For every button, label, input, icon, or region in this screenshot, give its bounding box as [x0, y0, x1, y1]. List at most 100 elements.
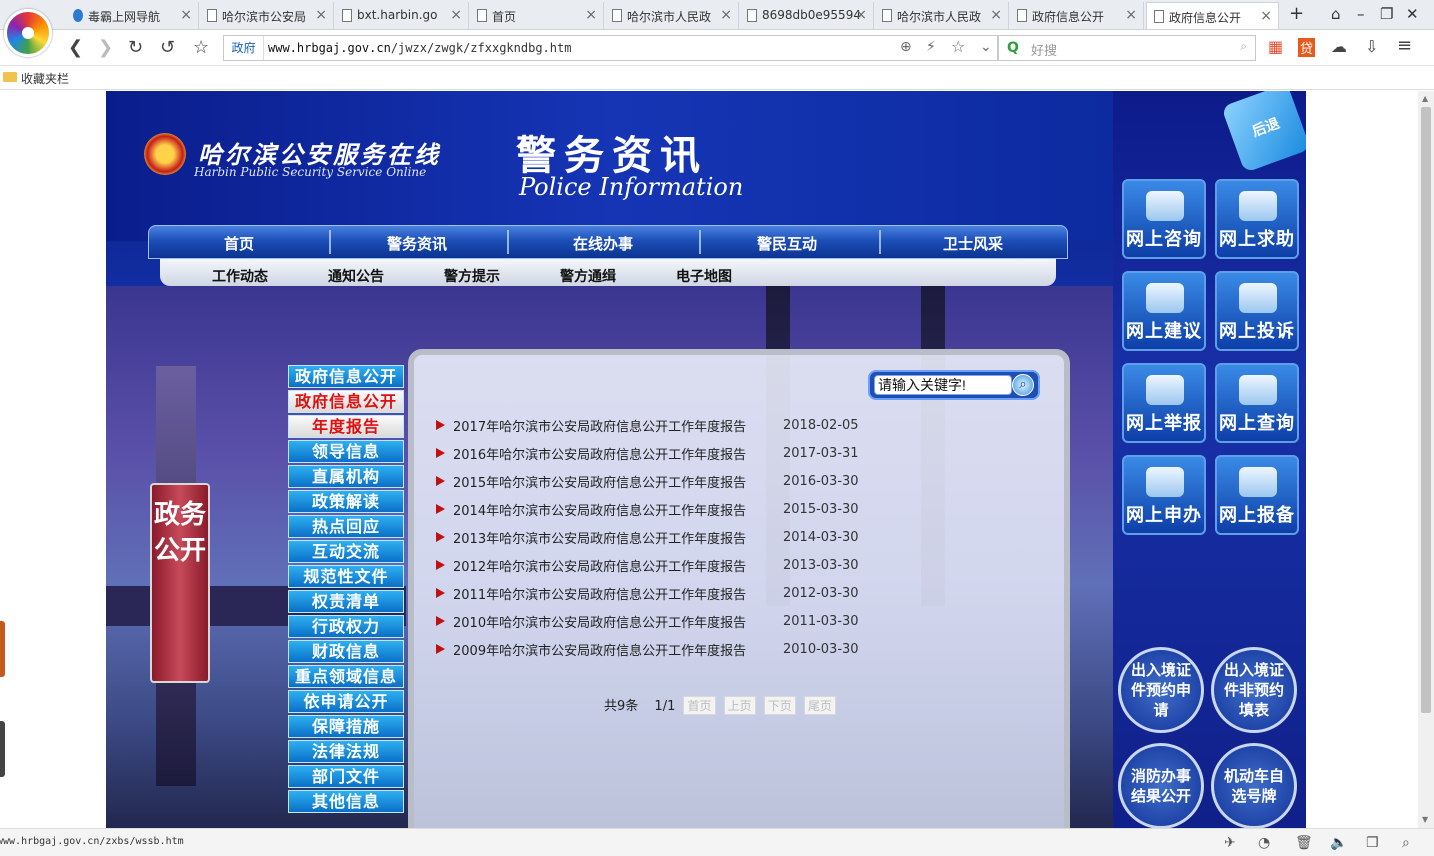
sound-icon[interactable]: 🔈	[1330, 835, 1347, 851]
trash-icon[interactable]: 🗑	[1295, 835, 1313, 851]
last-page-button[interactable]: 尾页	[803, 696, 836, 715]
browser-tab[interactable]: 哈尔滨市人民政 ×	[875, 2, 1009, 29]
keyword-input[interactable]	[874, 375, 1012, 395]
service-online-consult[interactable]: 网上咨询	[1122, 179, 1206, 259]
close-icon[interactable]: ×	[1125, 7, 1137, 23]
exit-entry-form-button[interactable]: 出入境证件非预约填表	[1211, 647, 1297, 733]
close-icon[interactable]: ×	[450, 7, 462, 23]
dropdown-chevron-icon[interactable]: ⌄	[980, 39, 992, 55]
menu-item-safeguards[interactable]: 保障措施	[288, 715, 404, 738]
service-online-query[interactable]: 网上查询	[1215, 363, 1299, 443]
report-title[interactable]: 2011年哈尔滨市公安局政府信息公开工作年度报告	[453, 584, 783, 603]
service-online-complaint[interactable]: 网上投诉	[1215, 271, 1299, 351]
list-item[interactable]: 2013年哈尔滨市公安局政府信息公开工作年度报告 2014-03-30	[436, 523, 876, 551]
menu-item-annual-report[interactable]: 年度报告	[288, 415, 404, 438]
report-title[interactable]: 2014年哈尔滨市公安局政府信息公开工作年度报告	[453, 500, 783, 519]
nav-interaction[interactable]: 警民互动	[741, 233, 833, 254]
list-item[interactable]: 2016年哈尔滨市公安局政府信息公开工作年度报告 2017-03-31	[436, 439, 876, 467]
browser-tab[interactable]: 8698db0e95594 ×	[740, 2, 874, 29]
close-window-icon[interactable]: ✕	[1406, 5, 1419, 23]
list-item[interactable]: 2012年哈尔滨市公安局政府信息公开工作年度报告 2013-03-30	[436, 551, 876, 579]
browser-tab[interactable]: 毒霸上网导航 ×	[66, 2, 199, 29]
menu-item-key-areas[interactable]: 重点领域信息	[288, 665, 404, 688]
bookmarks-folder[interactable]: 收藏夹栏	[21, 70, 69, 87]
close-icon[interactable]: ×	[180, 7, 192, 23]
menu-item-leaders[interactable]: 领导信息	[288, 440, 404, 463]
zoom-icon[interactable]: ⊕	[900, 39, 912, 55]
window-icon[interactable]: ❐	[1366, 835, 1379, 851]
cloud-icon[interactable]: ☁	[1331, 37, 1347, 56]
list-item[interactable]: 2015年哈尔滨市公安局政府信息公开工作年度报告 2016-03-30	[436, 467, 876, 495]
close-icon[interactable]: ×	[315, 7, 327, 23]
pin-icon[interactable]: ✈	[1224, 835, 1236, 851]
prev-page-button[interactable]: 上页	[723, 696, 756, 715]
subnav-work-news[interactable]: 工作动态	[212, 266, 268, 286]
report-title[interactable]: 2016年哈尔滨市公安局政府信息公开工作年度报告	[453, 444, 783, 463]
menu-item-hot-responses[interactable]: 热点回应	[288, 515, 404, 538]
report-title[interactable]: 2012年哈尔滨市公安局政府信息公开工作年度报告	[453, 556, 783, 575]
back-button[interactable]: 后退	[1221, 91, 1306, 173]
nav-guardians[interactable]: 卫士风采	[927, 233, 1019, 254]
browser-tab[interactable]: 政府信息公开 ×	[1010, 2, 1144, 29]
search-engine-icon[interactable]: Q	[1007, 40, 1019, 56]
service-online-suggest[interactable]: 网上建议	[1122, 271, 1206, 351]
menu-icon[interactable]: ≡	[1397, 35, 1412, 56]
report-title[interactable]: 2010年哈尔滨市公安局政府信息公开工作年度报告	[453, 612, 783, 631]
undo-close-icon[interactable]: ↺	[160, 37, 175, 58]
maximize-icon[interactable]: ❐	[1380, 5, 1393, 23]
browser-tab[interactable]: bxt.harbin.go ×	[335, 2, 469, 29]
close-icon[interactable]: ×	[1260, 8, 1272, 24]
browser-tab[interactable]: 哈尔滨市人民政 ×	[605, 2, 739, 29]
service-online-report[interactable]: 网上举报	[1122, 363, 1206, 443]
browser-tab[interactable]: 首页 ×	[470, 2, 604, 29]
browser-tab-active[interactable]: 政府信息公开 ×	[1146, 2, 1279, 29]
refresh-icon[interactable]: ↻	[128, 37, 143, 58]
report-title[interactable]: 2015年哈尔滨市公安局政府信息公开工作年度报告	[453, 472, 783, 491]
report-title[interactable]: 2009年哈尔滨市公安局政府信息公开工作年度报告	[453, 640, 783, 659]
new-tab-icon[interactable]: +	[1289, 3, 1304, 24]
close-icon[interactable]: ×	[585, 7, 597, 23]
list-item[interactable]: 2011年哈尔滨市公安局政府信息公开工作年度报告 2012-03-30	[436, 579, 876, 607]
plate-selection-button[interactable]: 机动车自选号牌	[1211, 743, 1297, 828]
list-item[interactable]: 2010年哈尔滨市公安局政府信息公开工作年度报告 2011-03-30	[436, 607, 876, 635]
scrollbar-thumb[interactable]	[1421, 107, 1431, 713]
next-page-button[interactable]: 下页	[763, 696, 796, 715]
download-icon[interactable]: ⇩	[1365, 37, 1378, 56]
list-item[interactable]: 2014年哈尔滨市公安局政府信息公开工作年度报告 2015-03-30	[436, 495, 876, 523]
menu-item-responsibility-list[interactable]: 权责清单	[288, 590, 404, 613]
browser-logo-icon[interactable]	[4, 9, 52, 57]
scroll-down-icon[interactable]: ▼	[1422, 815, 1428, 824]
menu-item-laws[interactable]: 法律法规	[288, 740, 404, 763]
service-online-help[interactable]: 网上求助	[1215, 179, 1299, 259]
search-icon[interactable]: ⌕	[1012, 374, 1034, 396]
address-bar[interactable]: 政府 www.hrbgaj.gov.cn/jwzx/zwgk/zfxxgkndb…	[223, 35, 998, 61]
vertical-scrollbar[interactable]: ▲ ▼	[1418, 91, 1434, 828]
subnav-map[interactable]: 电子地图	[676, 266, 732, 286]
close-icon[interactable]: ×	[990, 7, 1002, 23]
forward-icon[interactable]: ❯	[98, 37, 113, 58]
side-edge-widget[interactable]	[0, 621, 5, 677]
nav-police-info[interactable]: 警务资讯	[371, 233, 463, 254]
browser-tab[interactable]: 哈尔滨市公安局 ×	[200, 2, 334, 29]
list-item[interactable]: 2009年哈尔滨市公安局政府信息公开工作年度报告 2010-03-30	[436, 635, 876, 663]
service-online-apply[interactable]: 网上申办	[1122, 455, 1206, 535]
lightning-icon[interactable]: ⚡	[926, 39, 936, 55]
report-title[interactable]: 2017年哈尔滨市公安局政府信息公开工作年度报告	[453, 416, 783, 435]
skin-icon[interactable]: ⌂	[1331, 5, 1341, 23]
service-online-filing[interactable]: 网上报备	[1215, 455, 1299, 535]
loan-icon[interactable]: 贷	[1298, 38, 1316, 57]
side-edge-widget[interactable]	[0, 721, 5, 777]
fire-service-results-button[interactable]: 消防办事结果公开	[1118, 743, 1204, 828]
menu-item-direct-agencies[interactable]: 直属机构	[288, 465, 404, 488]
first-page-button[interactable]: 首页	[683, 696, 716, 715]
subnav-police-tips[interactable]: 警方提示	[444, 266, 500, 286]
menu-item-dept-files[interactable]: 部门文件	[288, 765, 404, 788]
close-icon[interactable]: ×	[855, 7, 867, 23]
zoom-icon[interactable]: ⌕	[1402, 835, 1410, 851]
menu-item-gov-info-public[interactable]: 政府信息公开	[288, 365, 404, 388]
url-text[interactable]: www.hrbgaj.gov.cn/jwzx/zwgk/zfxxgkndbg.h…	[268, 41, 571, 55]
menu-item-normative-docs[interactable]: 规范性文件	[288, 565, 404, 588]
menu-item-other[interactable]: 其他信息	[288, 790, 404, 813]
menu-item-admin-power[interactable]: 行政权力	[288, 615, 404, 638]
bookmark-star-icon[interactable]: ☆	[951, 37, 965, 56]
